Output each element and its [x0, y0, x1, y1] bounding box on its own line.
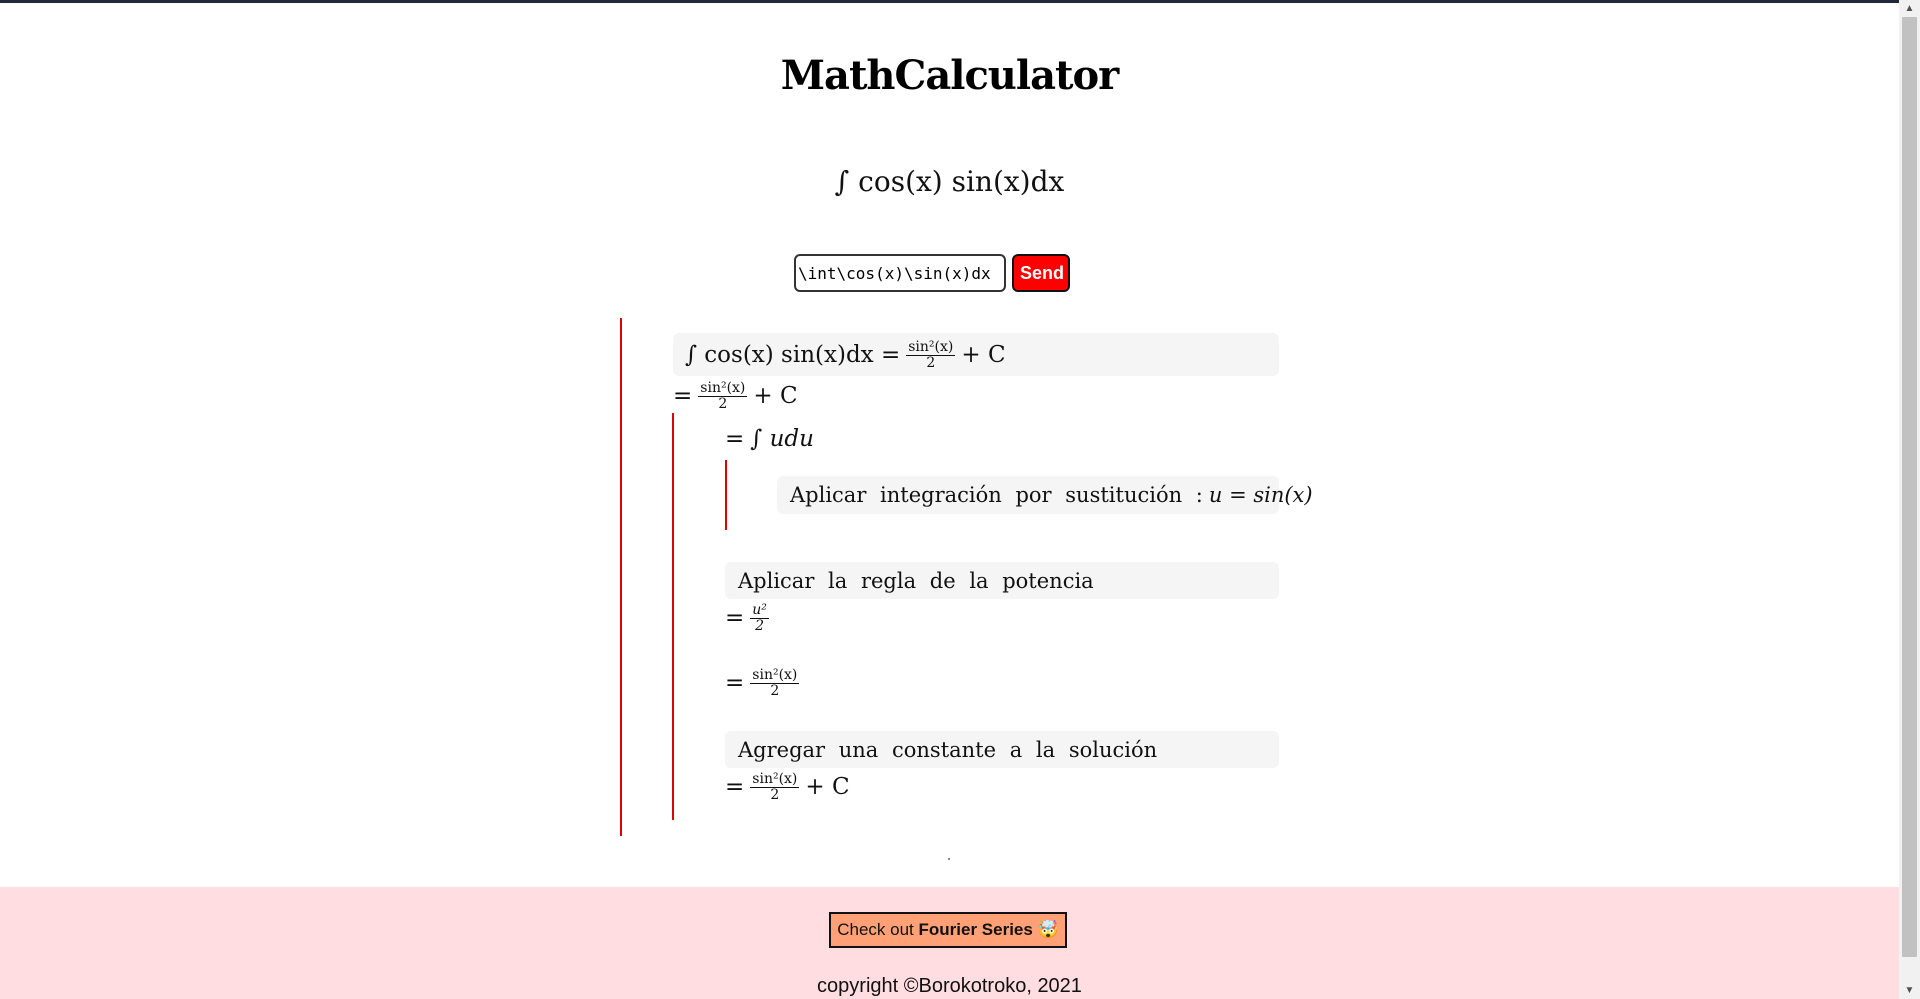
solution-inner-rule	[672, 413, 674, 820]
separator-dot	[948, 858, 950, 860]
expression-input[interactable]	[794, 254, 1006, 292]
substitution-rule	[725, 460, 727, 530]
scroll-up-icon[interactable]: ▲	[1899, 0, 1920, 17]
back-substitution: = sin²(x) 2	[725, 666, 800, 699]
solution-outer-rule	[620, 318, 622, 836]
page-title: MathCalculator	[780, 52, 1119, 99]
power-rule-result: = u² 2	[725, 601, 769, 634]
solution-result: = sin²(x) 2 + C	[673, 379, 798, 412]
step-integral-u: = ∫ udu	[725, 426, 814, 452]
header-lhs: ∫ cos(x) sin(x)dx =	[685, 342, 901, 368]
top-border	[0, 0, 1899, 3]
scroll-thumb[interactable]	[1902, 17, 1917, 957]
final-fraction: sin²(x) 2	[750, 770, 800, 803]
solution-header: ∫ cos(x) sin(x)dx = sin²(x) 2 + C	[685, 336, 1006, 374]
result-fraction: sin²(x) 2	[698, 379, 748, 412]
header-fraction: sin²(x) 2	[906, 338, 956, 371]
send-button[interactable]: Send	[1012, 254, 1070, 292]
header-rhs: + C	[961, 342, 1006, 368]
power-fraction: u² 2	[750, 601, 769, 634]
copyright-text: copyright ©Borokotroko, 2021	[817, 975, 1082, 997]
constant-step: Agregar una constante a la solución	[738, 737, 1158, 762]
expression-preview: ∫ cos(x) sin(x)dx	[834, 165, 1065, 198]
mind-blown-icon: 🤯	[1037, 920, 1059, 939]
substitution-step: Aplicar integración por sustitución : u …	[790, 483, 1313, 507]
fourier-series-link[interactable]: Check out Fourier Series 🤯	[829, 912, 1067, 948]
back-sub-fraction: sin²(x) 2	[750, 666, 800, 699]
page-scrollbar[interactable]: ▲ ▼	[1899, 0, 1920, 999]
scroll-down-icon[interactable]: ▼	[1899, 982, 1920, 999]
power-rule-step: Aplicar la regla de la potencia	[738, 568, 1094, 593]
expression-form: Send	[794, 254, 1070, 294]
final-result: = sin²(x) 2 + C	[725, 770, 850, 803]
